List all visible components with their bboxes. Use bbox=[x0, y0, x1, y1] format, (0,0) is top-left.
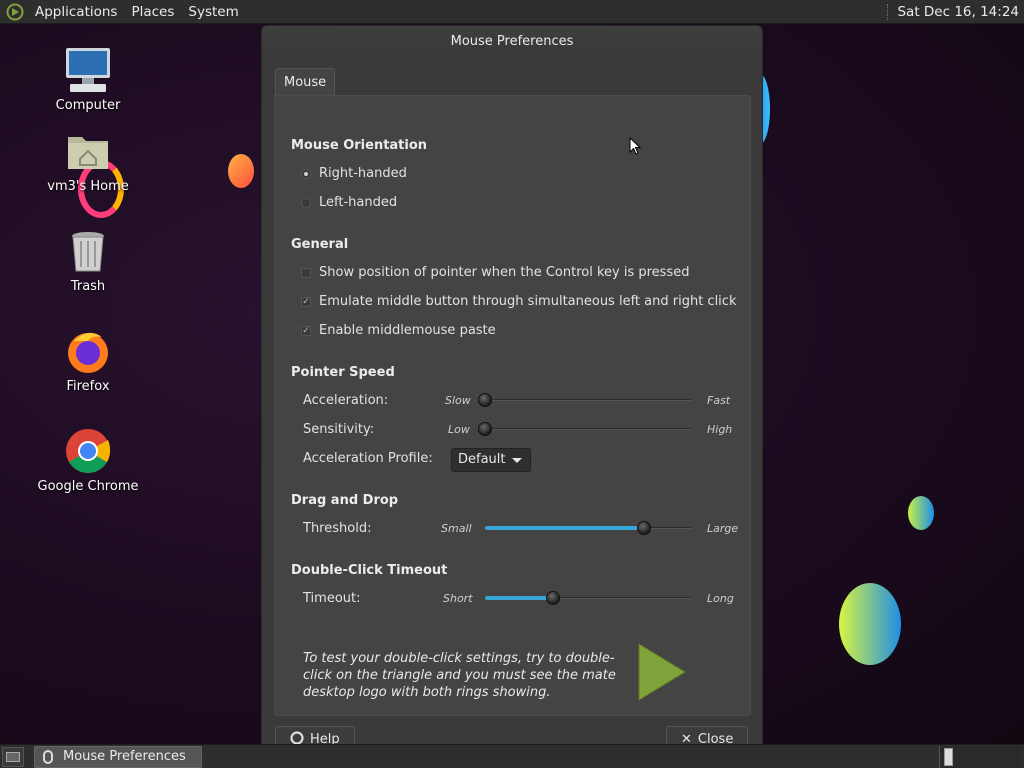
checkbox-indicator bbox=[301, 267, 311, 278]
desktop-icon-computer[interactable]: Computer bbox=[28, 46, 148, 113]
close-icon: ✕ bbox=[681, 732, 692, 745]
radio-right-handed[interactable]: Right-handed bbox=[301, 166, 407, 181]
threshold-label: Threshold: bbox=[303, 521, 372, 536]
timeout-min-label: Short bbox=[443, 592, 473, 605]
slider-knob[interactable] bbox=[546, 591, 560, 605]
section-title-pointer-speed: Pointer Speed bbox=[291, 365, 395, 380]
threshold-max-label: Large bbox=[707, 522, 739, 535]
mouse-pointer-icon bbox=[629, 136, 642, 155]
sensitivity-label: Sensitivity: bbox=[303, 422, 375, 437]
checkbox-indicator: ✓ bbox=[301, 296, 311, 307]
trash-icon bbox=[64, 227, 112, 275]
timeout-slider[interactable] bbox=[485, 591, 691, 605]
bottom-panel: Mouse Preferences bbox=[0, 744, 1024, 768]
computer-icon bbox=[64, 46, 112, 94]
radio-label: Left-handed bbox=[319, 195, 398, 210]
slider-knob[interactable] bbox=[478, 422, 492, 436]
acceleration-max-label: Fast bbox=[707, 394, 731, 407]
radio-left-handed[interactable]: Left-handed bbox=[301, 195, 397, 210]
menu-applications[interactable]: Applications bbox=[28, 0, 124, 24]
radio-indicator bbox=[301, 168, 311, 179]
workspace-1[interactable] bbox=[944, 748, 953, 766]
acceleration-profile-label: Acceleration Profile: bbox=[303, 451, 433, 466]
section-title-general: General bbox=[291, 237, 349, 252]
panel-separator bbox=[887, 3, 889, 20]
timeout-max-label: Long bbox=[707, 592, 734, 605]
decor-bubble-green-large bbox=[839, 583, 901, 665]
acceleration-label: Acceleration: bbox=[303, 393, 389, 408]
radio-indicator bbox=[301, 197, 311, 208]
decor-bubble-green-small bbox=[908, 496, 934, 530]
dropdown-value: Default bbox=[458, 452, 506, 467]
checkbox-label: Show position of pointer when the Contro… bbox=[319, 265, 690, 280]
checkbox-indicator: ✓ bbox=[301, 325, 311, 336]
tab-bar: Mouse bbox=[275, 68, 336, 96]
acceleration-profile-dropdown[interactable]: Default bbox=[451, 448, 531, 472]
acceleration-min-label: Slow bbox=[445, 394, 471, 407]
desktop-icon-trash[interactable]: Trash bbox=[28, 227, 148, 294]
desktop-icon-label: vm3's Home bbox=[47, 179, 129, 194]
window-titlebar[interactable]: Mouse Preferences bbox=[262, 26, 762, 58]
menu-places[interactable]: Places bbox=[124, 0, 181, 24]
slider-knob[interactable] bbox=[478, 393, 492, 407]
workspace-switcher[interactable] bbox=[939, 746, 1021, 768]
double-click-test-triangle-icon[interactable] bbox=[637, 642, 687, 702]
sensitivity-min-label: Low bbox=[448, 423, 470, 436]
taskbar-item-label: Mouse Preferences bbox=[63, 749, 186, 764]
chevron-down-icon bbox=[512, 458, 522, 463]
desktop-icon-chrome[interactable]: Google Chrome bbox=[28, 427, 148, 494]
slider-knob[interactable] bbox=[637, 521, 651, 535]
desktop-icon-label: Computer bbox=[55, 98, 121, 113]
help-icon bbox=[290, 729, 304, 744]
section-title-orientation: Mouse Orientation bbox=[291, 138, 428, 153]
mouse-preferences-window: Mouse Preferences Mouse Mouse Orientatio… bbox=[261, 25, 763, 745]
section-title-drag-drop: Drag and Drop bbox=[291, 493, 399, 508]
checkbox-label: Enable middlemouse paste bbox=[319, 323, 496, 338]
taskbar-item-mouse-preferences[interactable]: Mouse Preferences bbox=[34, 746, 202, 768]
decor-bubble-orange bbox=[228, 154, 254, 188]
desktop-icon-home[interactable]: vm3's Home bbox=[28, 127, 148, 194]
top-panel: Applications Places System Sat Dec 16, 1… bbox=[0, 0, 1024, 24]
desktop-icon-label: Trash bbox=[70, 279, 106, 294]
desktop-icon-firefox[interactable]: Firefox bbox=[28, 327, 148, 394]
section-title-double-click: Double-Click Timeout bbox=[291, 563, 448, 578]
desktop-icon-label: Firefox bbox=[66, 379, 110, 394]
sensitivity-max-label: High bbox=[707, 423, 733, 436]
mate-logo-icon[interactable] bbox=[6, 3, 24, 21]
threshold-slider[interactable] bbox=[485, 521, 691, 535]
desktop-icon-label: Google Chrome bbox=[37, 479, 139, 494]
mouse-icon bbox=[43, 750, 53, 764]
checkbox-show-pointer[interactable]: Show position of pointer when the Contro… bbox=[301, 265, 689, 280]
home-folder-icon bbox=[64, 127, 112, 175]
checkbox-emulate-middle[interactable]: ✓ Emulate middle button through simultan… bbox=[301, 294, 736, 309]
mouse-tab-panel: Mouse Orientation Right-handed Left-hand… bbox=[274, 95, 751, 716]
checkbox-label: Emulate middle button through simultaneo… bbox=[319, 294, 737, 309]
radio-label: Right-handed bbox=[319, 166, 407, 181]
double-click-test-text: To test your double-click settings, try … bbox=[303, 651, 616, 700]
acceleration-slider[interactable] bbox=[478, 393, 691, 407]
menu-system[interactable]: System bbox=[181, 0, 245, 24]
close-button[interactable]: ✕ Close bbox=[666, 726, 749, 745]
help-button[interactable]: Help bbox=[275, 726, 355, 744]
show-desktop-button[interactable] bbox=[2, 747, 24, 767]
threshold-min-label: Small bbox=[441, 522, 472, 535]
firefox-icon bbox=[64, 327, 112, 375]
chrome-icon bbox=[64, 427, 112, 475]
tab-mouse[interactable]: Mouse bbox=[275, 68, 336, 96]
checkbox-middle-paste[interactable]: ✓ Enable middlemouse paste bbox=[301, 323, 496, 338]
sensitivity-slider[interactable] bbox=[478, 422, 691, 436]
timeout-label: Timeout: bbox=[303, 591, 361, 606]
show-desktop-icon bbox=[6, 752, 20, 762]
clock[interactable]: Sat Dec 16, 14:24 bbox=[897, 4, 1024, 20]
